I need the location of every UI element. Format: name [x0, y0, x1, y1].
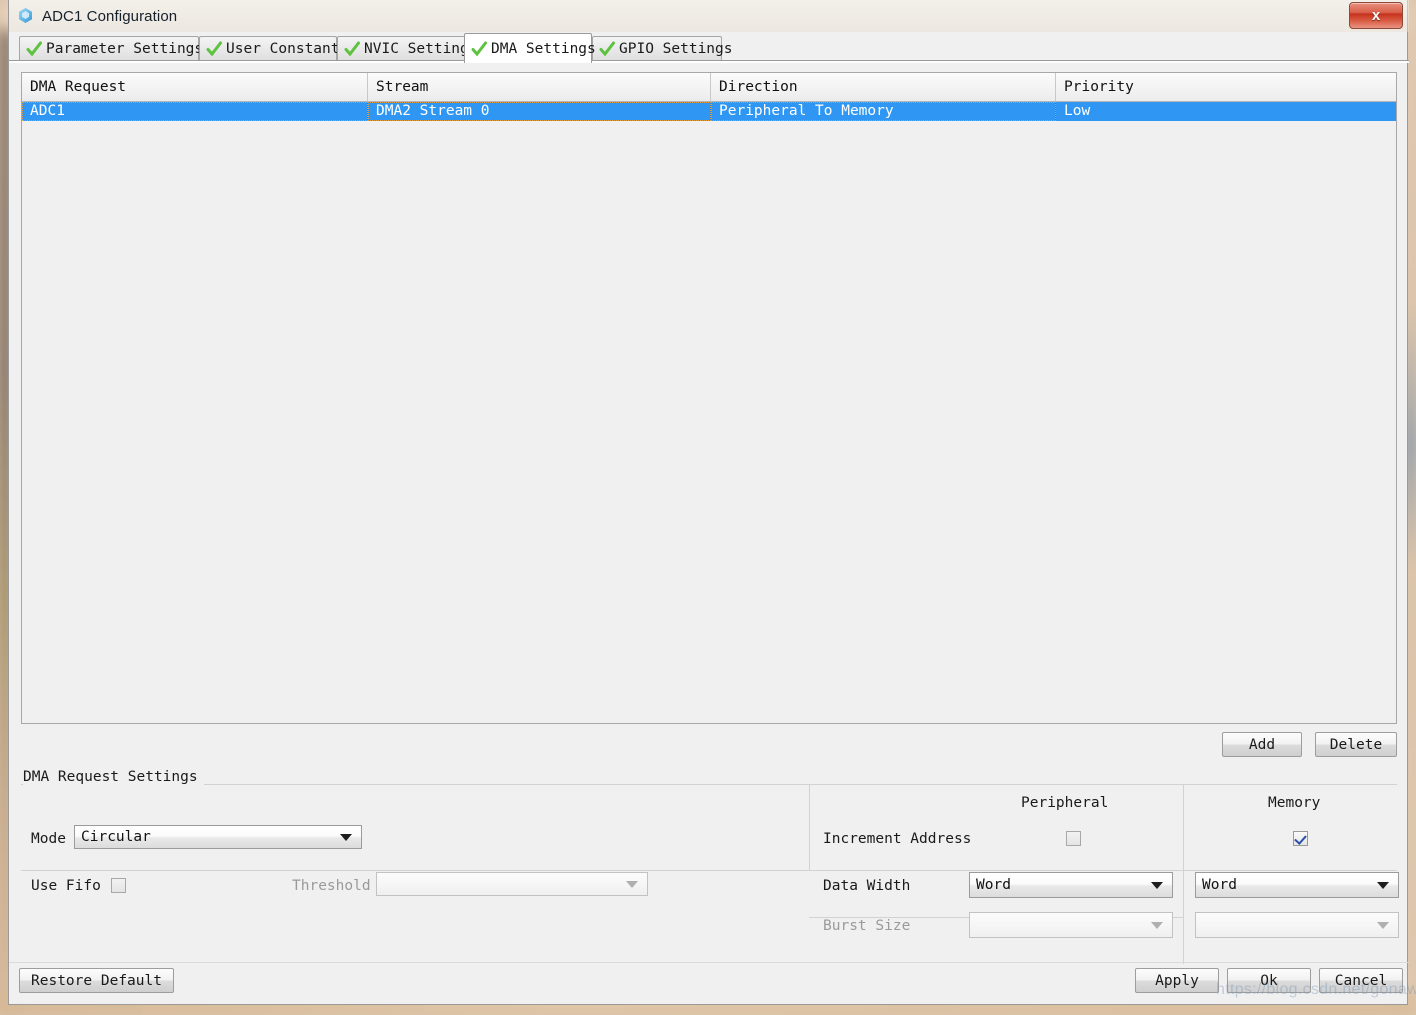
vertical-separator-left: [809, 784, 810, 870]
tab-label: Parameter Settings: [46, 41, 204, 57]
tab-label: NVIC Settings: [364, 41, 478, 57]
tab-user-constants[interactable]: User Constants: [199, 36, 348, 61]
use-fifo-checkbox[interactable]: [111, 878, 126, 893]
tab-underline: [9, 60, 1409, 63]
data-width-memory-value: Word: [1202, 877, 1237, 893]
chevron-down-icon: [340, 833, 352, 841]
green-check-icon: [26, 41, 42, 57]
close-button[interactable]: x: [1349, 2, 1403, 29]
green-check-icon: [344, 41, 360, 57]
threshold-select[interactable]: [376, 872, 648, 896]
data-width-label: Data Width: [823, 878, 911, 894]
green-check-icon: [206, 41, 222, 57]
apply-button[interactable]: Apply: [1135, 968, 1219, 993]
chevron-down-icon: [1151, 881, 1163, 889]
tab-label: DMA Settings: [491, 40, 596, 57]
column-header-direction[interactable]: Direction: [711, 73, 1056, 101]
tab-bar: Parameter Settings User Constants NVIC S…: [9, 33, 1409, 63]
burst-size-peripheral-select[interactable]: [969, 912, 1173, 938]
tab-gpio-settings[interactable]: GPIO Settings: [592, 36, 733, 61]
footer-divider: [9, 962, 1409, 963]
dma-request-settings-panel: Peripheral Memory Mode Circular Incremen…: [21, 784, 1399, 964]
add-button[interactable]: Add: [1222, 732, 1302, 757]
cell-dma-request[interactable]: ADC1: [22, 102, 368, 121]
increment-address-peripheral-checkbox[interactable]: [1066, 831, 1081, 846]
tab-nvic-settings[interactable]: NVIC Settings: [337, 36, 478, 61]
cube-icon: [17, 7, 35, 25]
vertical-separator-right: [1183, 784, 1184, 964]
chevron-down-icon: [1377, 881, 1389, 889]
tab-label: GPIO Settings: [619, 41, 733, 57]
delete-button[interactable]: Delete: [1315, 732, 1397, 757]
cancel-button[interactable]: Cancel: [1319, 968, 1403, 993]
cell-priority[interactable]: Low: [1056, 102, 1396, 121]
title-bar: ADC1 Configuration x: [9, 0, 1409, 32]
use-fifo-label: Use Fifo: [31, 878, 101, 894]
close-icon: x: [1371, 7, 1381, 24]
data-width-peripheral-value: Word: [976, 877, 1011, 893]
restore-default-button[interactable]: Restore Default: [19, 968, 174, 993]
column-header-priority[interactable]: Priority: [1056, 73, 1396, 101]
dma-request-table: DMA Request Stream Direction Priority AD…: [21, 72, 1397, 724]
tab-dma-settings[interactable]: DMA Settings: [464, 33, 596, 63]
table-row[interactable]: ADC1 DMA2 Stream 0 Peripheral To Memory …: [22, 102, 1396, 121]
mode-value: Circular: [81, 829, 151, 845]
tab-parameter-settings[interactable]: Parameter Settings: [19, 36, 203, 61]
green-check-icon: [599, 41, 615, 57]
data-width-memory-select[interactable]: Word: [1195, 872, 1399, 898]
tab-label: User Constants: [226, 41, 349, 57]
column-label-memory: Memory: [1268, 795, 1321, 811]
burst-size-label: Burst Size: [823, 918, 911, 934]
chevron-down-icon: [1377, 921, 1389, 929]
column-label-peripheral: Peripheral: [1021, 795, 1109, 811]
column-header-dma-request[interactable]: DMA Request: [22, 73, 368, 101]
group-title-dma-request-settings: DMA Request Settings: [23, 769, 204, 785]
column-header-stream[interactable]: Stream: [368, 73, 711, 101]
cell-direction[interactable]: Peripheral To Memory: [711, 102, 1056, 121]
cell-stream[interactable]: DMA2 Stream 0: [368, 102, 711, 121]
horizontal-separator-1: [21, 870, 1397, 871]
increment-address-memory-checkbox[interactable]: [1293, 831, 1308, 846]
mode-label: Mode: [31, 831, 66, 847]
adc1-configuration-dialog: ADC1 Configuration x Parameter Settings …: [8, 0, 1409, 1005]
table-header-row: DMA Request Stream Direction Priority: [22, 73, 1396, 102]
data-width-peripheral-select[interactable]: Word: [969, 872, 1173, 898]
green-check-icon: [471, 41, 487, 57]
chevron-down-icon: [626, 880, 638, 888]
ok-button[interactable]: Ok: [1227, 968, 1311, 993]
burst-size-memory-select[interactable]: [1195, 912, 1399, 938]
mode-select[interactable]: Circular: [74, 825, 362, 849]
chevron-down-icon: [1151, 921, 1163, 929]
increment-address-label: Increment Address: [823, 831, 972, 847]
threshold-label: Threshold: [292, 878, 371, 894]
window-title: ADC1 Configuration: [42, 7, 178, 25]
